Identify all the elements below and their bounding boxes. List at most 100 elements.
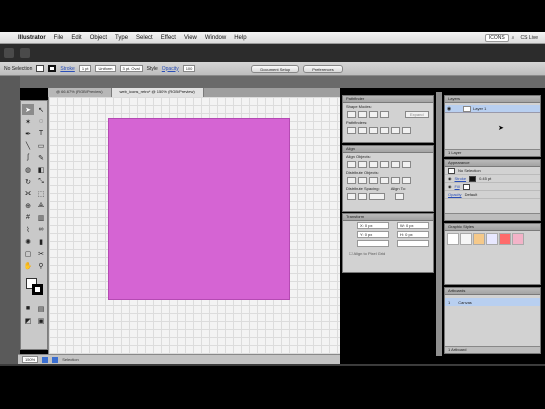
artboard-nav-next-icon[interactable] <box>52 356 59 363</box>
free-transform-tool-icon[interactable]: ⬚ <box>35 188 47 199</box>
perspective-tool-icon[interactable]: ⟁ <box>35 200 47 211</box>
vertical-spacing-icon[interactable] <box>347 193 356 200</box>
merge-icon[interactable] <box>369 127 378 134</box>
align-pixel-grid-checkbox[interactable]: ☐ Align to Pixel Grid <box>343 248 433 259</box>
symbol-sprayer-tool-icon[interactable]: ✺ <box>22 236 34 247</box>
mesh-tool-icon[interactable]: # <box>22 212 34 223</box>
exclude-icon[interactable] <box>380 111 389 118</box>
menu-type[interactable]: Type <box>111 35 132 41</box>
distribute-bottom-icon[interactable] <box>369 177 378 184</box>
divide-icon[interactable] <box>347 127 356 134</box>
shape-builder-tool-icon[interactable]: ⊕ <box>22 200 34 211</box>
cs-live-menu[interactable]: CS Live <box>517 35 541 41</box>
align-to-select-icon[interactable] <box>395 193 404 200</box>
intersect-icon[interactable] <box>369 111 378 118</box>
appearance-stroke-link[interactable]: Stroke <box>455 176 467 181</box>
hand-tool-icon[interactable]: ✋ <box>22 260 34 271</box>
direct-selection-tool-icon[interactable]: ↖ <box>35 104 47 115</box>
style-thumb[interactable] <box>512 233 524 245</box>
expand-button[interactable]: Expand <box>405 111 429 118</box>
shear-field[interactable] <box>397 240 429 247</box>
lasso-tool-icon[interactable]: ◌ <box>35 116 47 127</box>
stroke-color-swatch[interactable] <box>469 175 477 182</box>
transform-panel-title[interactable]: Transform <box>343 214 433 221</box>
eye-icon[interactable]: ◉ <box>448 176 452 181</box>
appearance-stroke-row[interactable]: ◉ Stroke 0.45 pt <box>445 175 540 183</box>
menu-view[interactable]: View <box>180 35 201 41</box>
style-thumb[interactable] <box>460 233 472 245</box>
scale-tool-icon[interactable]: ⤡ <box>35 176 47 187</box>
fill-stroke-control[interactable] <box>24 276 44 298</box>
gradient-mode-icon[interactable]: ▤ <box>35 303 47 314</box>
stroke-link[interactable]: Stroke <box>60 66 74 72</box>
style-thumb[interactable] <box>486 233 498 245</box>
style-thumb[interactable] <box>447 233 459 245</box>
rotate-field[interactable] <box>357 240 389 247</box>
pencil-tool-icon[interactable]: ✎ <box>35 152 47 163</box>
align-right-icon[interactable] <box>369 161 378 168</box>
stroke-weight-value[interactable]: 0.45 pt <box>479 176 491 181</box>
bridge-icon[interactable] <box>4 48 14 58</box>
align-panel-title[interactable]: Align <box>343 146 433 153</box>
draw-normal-icon[interactable]: ◩ <box>22 315 34 326</box>
appearance-fill-link[interactable]: Fill <box>455 184 460 189</box>
rotate-tool-icon[interactable]: ↻ <box>22 176 34 187</box>
line-tool-icon[interactable]: ╲ <box>22 140 34 151</box>
magic-wand-tool-icon[interactable]: ✶ <box>22 116 34 127</box>
appearance-panel-title[interactable]: Appearance <box>445 160 540 167</box>
trim-icon[interactable] <box>358 127 367 134</box>
align-bottom-icon[interactable] <box>402 161 411 168</box>
eyedropper-tool-icon[interactable]: ⌇ <box>22 224 34 235</box>
fill-color-swatch[interactable] <box>462 183 470 190</box>
eye-icon[interactable]: ◉ <box>445 106 453 112</box>
gradient-tool-icon[interactable]: ▥ <box>35 212 47 223</box>
pink-square-artwork[interactable] <box>108 118 290 300</box>
tab-web-icons-retro[interactable]: web_icons_retro* @ 150% (RGB/Preview) <box>111 88 204 97</box>
selection-tool-icon[interactable]: ➤ <box>22 104 34 115</box>
panel-dock-divider[interactable] <box>436 92 442 356</box>
artboard-tool-icon[interactable]: ▢ <box>22 248 34 259</box>
h-field[interactable]: H: 0 px <box>397 231 429 238</box>
menu-window[interactable]: Window <box>201 35 230 41</box>
pen-tool-icon[interactable]: ✒ <box>22 128 34 139</box>
unite-icon[interactable] <box>347 111 356 118</box>
distribute-right-icon[interactable] <box>402 177 411 184</box>
paintbrush-tool-icon[interactable]: ʃ <box>22 152 34 163</box>
y-field[interactable]: Y: 0 px <box>357 231 389 238</box>
graph-tool-icon[interactable]: ▮ <box>35 236 47 247</box>
appearance-fill-row[interactable]: ◉ Fill <box>445 183 540 191</box>
distribute-hcenter-icon[interactable] <box>391 177 400 184</box>
pathfinder-panel-title[interactable]: Pathfinder <box>343 96 433 103</box>
align-hcenter-icon[interactable] <box>358 161 367 168</box>
crop-icon[interactable] <box>380 127 389 134</box>
distribute-vcenter-icon[interactable] <box>358 177 367 184</box>
preferences-button[interactable]: Preferences <box>303 64 343 73</box>
menu-select[interactable]: Select <box>132 35 157 41</box>
eraser-tool-icon[interactable]: ◧ <box>35 164 47 175</box>
align-top-icon[interactable] <box>380 161 389 168</box>
appearance-opacity-row[interactable]: Opacity Default <box>445 191 540 199</box>
menu-illustrator[interactable]: Illustrator <box>14 35 50 41</box>
w-field[interactable]: W: 0 px <box>397 222 429 229</box>
style-thumb[interactable] <box>473 233 485 245</box>
menu-object[interactable]: Object <box>86 35 111 41</box>
style-thumb[interactable] <box>499 233 511 245</box>
slice-tool-icon[interactable]: ✂ <box>35 248 47 259</box>
artboard-row[interactable]: 1 Canvas <box>445 298 540 306</box>
appearance-opacity-link[interactable]: Opacity <box>448 192 462 197</box>
blob-brush-tool-icon[interactable]: ◍ <box>22 164 34 175</box>
tab-document-1[interactable]: @ 66.67% (RGB/Preview) <box>48 88 112 97</box>
menu-effect[interactable]: Effect <box>157 35 180 41</box>
blend-tool-icon[interactable]: ∞ <box>35 224 47 235</box>
color-mode-icon[interactable]: ■ <box>22 303 34 314</box>
rectangle-tool-icon[interactable]: ▭ <box>35 140 47 151</box>
eye-icon[interactable]: ◉ <box>448 184 452 189</box>
stroke-swatch[interactable] <box>48 65 57 72</box>
stroke-profile-select[interactable]: Uniform <box>95 65 116 72</box>
artboards-panel-title[interactable]: Artboards <box>445 288 540 295</box>
menu-file[interactable]: File <box>50 35 68 41</box>
fill-swatch[interactable] <box>36 65 45 72</box>
layer-row[interactable]: ◉ Layer 1 <box>445 105 540 113</box>
zoom-tool-icon[interactable]: ⚲ <box>35 260 47 271</box>
search-icon[interactable]: ⌕ <box>509 35 518 41</box>
